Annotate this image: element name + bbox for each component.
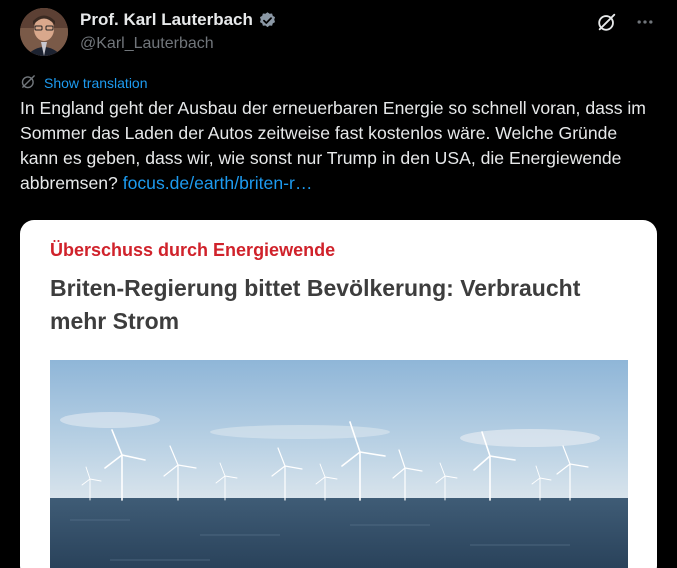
translate-icon	[20, 73, 37, 93]
avatar[interactable]	[20, 8, 68, 56]
tweet-link[interactable]: focus.de/earth/briten-r…	[123, 173, 313, 193]
author-name[interactable]: Prof. Karl Lauterbach	[80, 10, 253, 30]
tweet-actions	[595, 10, 657, 34]
tweet: Prof. Karl Lauterbach @Karl_Lauterbach S…	[0, 0, 677, 568]
tweet-body: In England geht der Ausbau der erneuerba…	[20, 98, 646, 193]
grok-icon[interactable]	[595, 10, 619, 34]
verified-badge-icon	[258, 11, 277, 30]
card-kicker: Überschuss durch Energiewende	[50, 240, 336, 260]
link-card[interactable]: Überschuss durch Energiewende Briten-Reg…	[20, 220, 657, 568]
card-photo	[50, 360, 628, 568]
author-name-row[interactable]: Prof. Karl Lauterbach	[80, 10, 277, 30]
tweet-text: In England geht der Ausbau der erneuerba…	[20, 96, 660, 196]
show-translation-label: Show translation	[44, 75, 148, 91]
show-translation-button[interactable]: Show translation	[20, 73, 148, 93]
more-dots-icon[interactable]	[633, 10, 657, 34]
card-headline: Briten-Regierung bittet Bevölkerung: Ver…	[50, 275, 581, 334]
author-handle[interactable]: @Karl_Lauterbach	[80, 35, 214, 53]
